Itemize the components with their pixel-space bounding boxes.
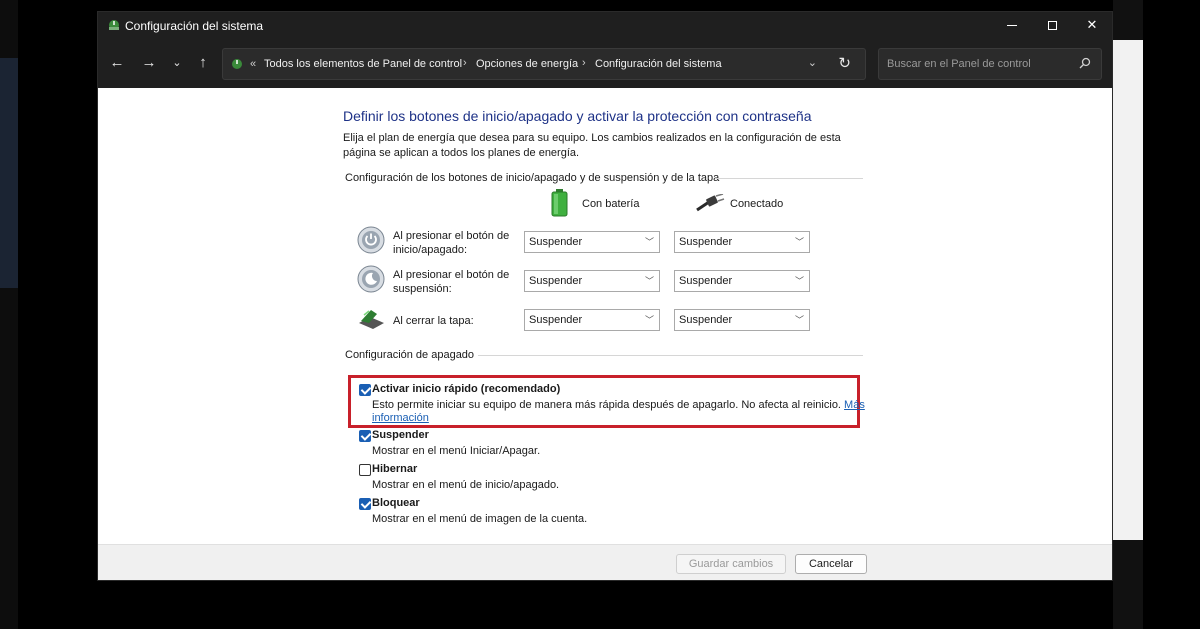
buttons-section-heading: Configuración de los botones de inicio/a… <box>345 172 720 184</box>
power-button-label-line1: Al presionar el botón de <box>393 230 510 242</box>
back-button[interactable]: ← <box>106 53 128 75</box>
plugged-column-header: Conectado <box>730 198 784 210</box>
more-info-link[interactable]: información <box>372 412 429 424</box>
select-value: Suspender <box>679 236 733 248</box>
power-button-label-line2: inicio/apagado: <box>393 244 468 256</box>
background-app-panel <box>0 58 18 288</box>
more-info-link[interactable]: Más <box>844 399 865 411</box>
select-value: Suspender <box>529 275 583 287</box>
sleep-option-label: Suspender <box>372 429 429 441</box>
chevron-down-icon: ﹀ <box>644 276 654 286</box>
battery-icon <box>551 189 568 217</box>
chevron-down-icon: ﹀ <box>794 315 804 325</box>
address-overflow-icon[interactable]: « <box>250 58 256 70</box>
chevron-down-icon: ﹀ <box>644 315 654 325</box>
navigation-bar: ← → ⌄ ↑ « Todos los elementos de Panel d… <box>98 40 1112 88</box>
window-title: Configuración del sistema <box>125 19 264 33</box>
laptop-lid-label: Al cerrar la tapa: <box>393 315 474 327</box>
breadcrumb-chevron-icon[interactable]: › <box>582 57 586 69</box>
refresh-icon[interactable]: ↻ <box>838 54 851 72</box>
page-title: Definir los botones de inicio/apagado y … <box>343 108 812 124</box>
lock-checkbox[interactable] <box>359 498 371 510</box>
footer-bar: Guardar cambios Cancelar <box>98 544 1112 580</box>
close-button[interactable]: ✕ <box>1072 12 1112 40</box>
content-area: Definir los botones de inicio/apagado y … <box>98 88 1112 544</box>
power-button-plugged-select[interactable]: Suspender ﹀ <box>674 231 810 253</box>
minimize-icon <box>1007 25 1017 27</box>
save-changes-button[interactable]: Guardar cambios <box>676 554 786 574</box>
maximize-icon <box>1047 21 1057 31</box>
sleep-button-icon <box>357 265 385 293</box>
hibernate-option-label: Hibernar <box>372 463 418 475</box>
lock-option-label: Bloquear <box>372 497 420 509</box>
control-panel-window: Configuración del sistema ✕ ← → ⌄ ↑ « To… <box>97 11 1113 581</box>
fast-startup-description-text: Esto permite iniciar su equipo de manera… <box>372 399 845 411</box>
chevron-down-icon: ﹀ <box>794 276 804 286</box>
fast-startup-label: Activar inicio rápido (recomendado) <box>372 383 561 395</box>
power-options-icon <box>109 20 119 30</box>
background-card <box>1113 40 1143 540</box>
sleep-button-label: Al presionar el botón de suspensión: <box>393 268 509 296</box>
select-value: Suspender <box>679 275 733 287</box>
power-button-icon <box>357 226 385 254</box>
shutdown-section-heading: Configuración de apagado <box>345 349 475 361</box>
battery-column-header: Con batería <box>582 198 640 210</box>
minimize-button[interactable] <box>992 12 1032 40</box>
sleep-checkbox[interactable] <box>359 430 371 442</box>
select-value: Suspender <box>679 314 733 326</box>
close-icon: ✕ <box>1086 17 1098 32</box>
search-input[interactable]: Buscar en el Panel de control <box>887 58 1031 70</box>
address-dropdown-icon[interactable]: ⌄ <box>808 56 817 69</box>
forward-button[interactable]: → <box>138 53 160 75</box>
section-divider <box>478 355 863 356</box>
sleep-button-label-line1: Al presionar el botón de <box>393 269 510 281</box>
title-bar[interactable]: Configuración del sistema ✕ <box>98 12 1112 40</box>
sleep-button-label-line2: suspensión: <box>393 283 452 295</box>
breadcrumb-chevron-icon[interactable]: › <box>463 57 467 69</box>
address-bar[interactable]: « Todos los elementos de Panel de contro… <box>222 48 866 80</box>
fast-startup-checkbox[interactable] <box>359 384 371 396</box>
search-icon[interactable] <box>1079 57 1091 69</box>
lock-option-description: Mostrar en el menú de imagen de la cuent… <box>372 513 588 525</box>
breadcrumb-power-options[interactable]: Opciones de energía <box>476 58 578 70</box>
chevron-down-icon: ﹀ <box>794 237 804 247</box>
sleep-button-battery-select[interactable]: Suspender ﹀ <box>524 270 660 292</box>
chevron-down-icon: ﹀ <box>644 237 654 247</box>
recent-locations-button[interactable]: ⌄ <box>166 53 188 75</box>
plug-icon <box>696 194 725 212</box>
page-description: Elija el plan de energía que desea para … <box>343 132 841 159</box>
breadcrumb-all-items[interactable]: Todos los elementos de Panel de control <box>264 58 462 70</box>
up-button[interactable]: ↑ <box>192 53 214 75</box>
maximize-button[interactable] <box>1032 12 1072 40</box>
laptop-lid-battery-select[interactable]: Suspender ﹀ <box>524 309 660 331</box>
laptop-lid-icon <box>359 310 384 329</box>
cancel-button[interactable]: Cancelar <box>795 554 867 574</box>
fast-startup-description: Esto permite iniciar su equipo de manera… <box>372 399 865 412</box>
more-info-link-continuation: información <box>372 412 429 425</box>
sleep-option-description: Mostrar en el menú Iniciar/Apagar. <box>372 445 541 457</box>
section-divider <box>715 178 863 179</box>
select-value: Suspender <box>529 314 583 326</box>
breadcrumb-system-settings[interactable]: Configuración del sistema <box>595 58 722 70</box>
select-value: Suspender <box>529 236 583 248</box>
hibernate-checkbox[interactable] <box>359 464 371 476</box>
power-button-label: Al presionar el botón de inicio/apagado: <box>393 229 509 257</box>
background-stripe <box>1143 0 1200 629</box>
hibernate-option-description: Mostrar en el menú de inicio/apagado. <box>372 479 560 491</box>
sleep-button-plugged-select[interactable]: Suspender ﹀ <box>674 270 810 292</box>
search-box[interactable]: Buscar en el Panel de control <box>878 48 1102 80</box>
power-button-battery-select[interactable]: Suspender ﹀ <box>524 231 660 253</box>
control-panel-icon <box>232 59 242 69</box>
laptop-lid-plugged-select[interactable]: Suspender ﹀ <box>674 309 810 331</box>
